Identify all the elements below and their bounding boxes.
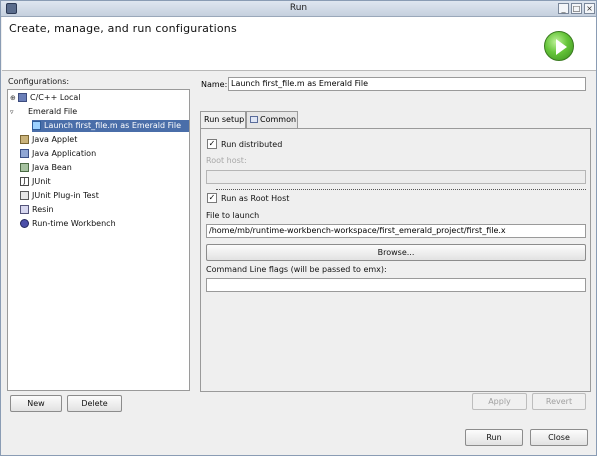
- close-button[interactable]: Close: [530, 429, 588, 446]
- close-icon[interactable]: ×: [584, 3, 595, 14]
- new-button[interactable]: New: [10, 395, 62, 412]
- tree-item-cpp-local[interactable]: ⊕ C/C++ Local: [10, 92, 81, 104]
- apply-button[interactable]: Apply: [472, 393, 527, 410]
- run-distributed-label: Run distributed: [221, 140, 283, 149]
- dialog-header: Create, manage, and run configurations: [2, 17, 596, 71]
- java-app-icon: [20, 149, 29, 158]
- resin-icon: [20, 205, 29, 214]
- cpp-icon: [18, 93, 27, 102]
- tree-item-launch-first-file[interactable]: Launch first_file.m as Emerald File: [32, 120, 189, 132]
- title-bar[interactable]: Run _ □ ×: [1, 1, 596, 17]
- tab-common[interactable]: Common: [246, 111, 298, 128]
- focus-outline: [216, 189, 586, 190]
- command-line-flags-field[interactable]: [206, 278, 586, 292]
- collapse-icon[interactable]: ▿: [10, 106, 18, 118]
- name-label: Name:: [201, 80, 228, 89]
- revert-button[interactable]: Revert: [532, 393, 586, 410]
- tab-run-setup[interactable]: Run setup: [200, 111, 246, 129]
- tree-item-resin[interactable]: Resin: [20, 204, 54, 216]
- junit-plugin-icon: [20, 191, 29, 200]
- tree-item-junit-plugin-test[interactable]: JUnit Plug-in Test: [20, 190, 99, 202]
- expand-icon[interactable]: ⊕: [10, 92, 18, 104]
- run-button[interactable]: Run: [465, 429, 523, 446]
- root-host-field[interactable]: [206, 170, 586, 184]
- run-as-root-host-label: Run as Root Host: [221, 194, 290, 203]
- junit-icon: J: [20, 177, 29, 186]
- run-distributed-checkbox[interactable]: ✓: [207, 139, 217, 149]
- file-to-launch-label: File to launch: [206, 211, 260, 220]
- java-bean-icon: [20, 163, 29, 172]
- java-applet-icon: [20, 135, 29, 144]
- name-field[interactable]: Launch first_file.m as Emerald File: [228, 77, 586, 91]
- run-as-root-host-checkbox[interactable]: ✓: [207, 193, 217, 203]
- workbench-icon: [20, 219, 29, 228]
- tree-item-emerald-file[interactable]: ▿ Emerald File: [10, 106, 77, 118]
- tree-item-java-bean[interactable]: Java Bean: [20, 162, 72, 174]
- tree-item-java-application[interactable]: Java Application: [20, 148, 96, 160]
- common-tab-icon: [250, 116, 258, 123]
- page-title: Create, manage, and run configurations: [9, 22, 237, 35]
- configurations-tree[interactable]: ⊕ C/C++ Local ▿ Emerald File Launch first_…: [7, 89, 190, 391]
- window-title: Run: [289, 3, 308, 13]
- run-setup-panel: ✓ Run distributed Root host: ✓ Run as Ro…: [200, 128, 591, 392]
- file-to-launch-field[interactable]: /home/mb/runtime-workbench-workspace/fir…: [206, 224, 586, 238]
- delete-button[interactable]: Delete: [67, 395, 122, 412]
- run-banner-icon: [544, 31, 574, 61]
- run-dialog: Run _ □ × Create, manage, and run config…: [0, 0, 597, 456]
- tree-item-java-applet[interactable]: Java Applet: [20, 134, 77, 146]
- command-line-flags-label: Command Line flags (will be passed to em…: [206, 265, 387, 274]
- tree-item-junit[interactable]: J JUnit: [20, 176, 51, 188]
- configurations-label: Configurations:: [8, 77, 70, 86]
- tree-item-runtime-workbench[interactable]: Run-time Workbench: [20, 218, 116, 230]
- root-host-label: Root host:: [206, 156, 247, 165]
- emerald-config-icon: [32, 121, 41, 130]
- minimize-icon[interactable]: _: [558, 3, 569, 14]
- maximize-icon[interactable]: □: [571, 3, 582, 14]
- browse-button[interactable]: Browse...: [206, 244, 586, 261]
